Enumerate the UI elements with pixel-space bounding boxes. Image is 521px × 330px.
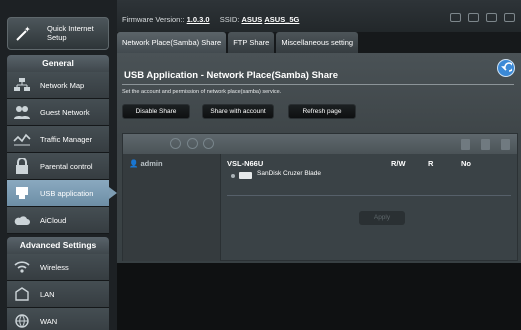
page-title: USB Application - Network Place(Samba) S… [124, 70, 338, 81]
account-item-admin[interactable]: 👤 admin [129, 159, 163, 168]
quick-internet-setup-button[interactable]: ✦ Quick Internet Setup [7, 17, 109, 50]
lan-icon [15, 287, 29, 301]
sidebar-item-label: Traffic Manager [40, 135, 93, 144]
firmware-version-link[interactable]: 1.0.3.0 [187, 15, 210, 24]
modify-account-icon[interactable] [203, 138, 214, 149]
tab-ftp-share[interactable]: FTP Share [228, 32, 275, 53]
usb-disk-name[interactable]: SanDisk Cruzer Blade [257, 170, 321, 177]
apply-button[interactable]: Apply [359, 211, 405, 225]
network-status-icon[interactable] [504, 13, 515, 22]
status-icons [450, 13, 515, 22]
sidebar-item-label: AiCloud [40, 216, 67, 225]
user-status-icon[interactable] [450, 13, 461, 22]
sidebar-item-label: LAN [40, 290, 55, 299]
advanced-menu: Wireless LAN WAN [7, 254, 109, 330]
delete-account-icon[interactable] [187, 138, 198, 149]
general-section-header: General [7, 55, 109, 72]
ssid-5g-link[interactable]: ASUS_5G [264, 15, 299, 24]
cloud-icon [14, 216, 30, 225]
account-list: 👤 admin [123, 154, 221, 261]
device-name: VSL-N66U [227, 159, 264, 168]
sidebar-item-lan[interactable]: LAN [7, 281, 109, 308]
svg-text:✦: ✦ [24, 25, 31, 34]
sidebar-item-label: Parental control [40, 162, 93, 171]
app-status-icon[interactable] [468, 13, 479, 22]
add-folder-icon[interactable] [461, 139, 470, 150]
sidebar-item-label: USB application [40, 189, 94, 198]
globe-icon [15, 314, 29, 328]
sidebar-item-traffic-manager[interactable]: Traffic Manager [7, 126, 109, 153]
general-menu: Network Map Guest Network Traffic Manage… [7, 72, 117, 234]
usb-status-icon[interactable] [486, 13, 497, 22]
wireless-icon [14, 261, 30, 273]
folder-expand-toggle[interactable] [231, 174, 235, 178]
share-with-account-button[interactable]: Share with account [202, 104, 274, 119]
add-account-icon[interactable] [170, 138, 181, 149]
usb-icon [16, 187, 28, 199]
refresh-page-button[interactable]: Refresh page [288, 104, 356, 119]
guest-network-icon [14, 106, 30, 119]
table-divider [227, 195, 511, 196]
column-rw: R/W [391, 159, 406, 168]
tab-bar: Network Place(Samba) Share FTP Share Mis… [117, 32, 359, 53]
column-r: R [428, 159, 434, 168]
user-icon: 👤 [129, 159, 141, 168]
sidebar-item-label: Guest Network [40, 108, 90, 117]
status-bar: Firmware Version:: 1.0.3.0 SSID: ASUS AS… [117, 0, 521, 32]
disable-share-button[interactable]: Disable Share [122, 104, 190, 119]
ssid-2g-link[interactable]: ASUS [241, 15, 262, 24]
sidebar-item-wan[interactable]: WAN [7, 308, 109, 330]
quick-internet-setup-label: Quick Internet Setup [47, 24, 94, 42]
traffic-manager-icon [13, 133, 31, 146]
back-arrow-icon [501, 62, 512, 72]
advanced-section-header: Advanced Settings [7, 237, 109, 254]
main-panel: USB Application - Network Place(Samba) S… [117, 53, 521, 263]
sidebar-item-label: Wireless [40, 263, 69, 272]
back-button[interactable] [497, 59, 515, 77]
sidebar-item-aicloud[interactable]: AiCloud [7, 207, 109, 234]
magic-wand-icon: ✦ [16, 25, 31, 41]
share-table: 👤 admin VSL-N66U R/W R No SanDisk Cruzer… [122, 133, 518, 261]
sidebar-item-network-map[interactable]: Network Map [7, 72, 109, 99]
tab-samba-share[interactable]: Network Place(Samba) Share [117, 32, 227, 53]
tab-misc-setting[interactable]: Miscellaneous setting [276, 32, 359, 53]
sidebar-item-label: Network Map [40, 81, 85, 90]
sidebar-item-parental-control[interactable]: Parental control [7, 153, 109, 180]
sidebar-item-usb-application[interactable]: USB application [7, 180, 117, 207]
delete-folder-icon[interactable] [481, 139, 490, 150]
modify-folder-icon[interactable] [501, 139, 510, 150]
sidebar: ✦ Quick Internet Setup General Network M… [0, 0, 117, 330]
network-map-icon [14, 78, 30, 91]
sidebar-item-label: WAN [40, 317, 58, 326]
column-no: No [461, 159, 471, 168]
firmware-info: Firmware Version:: 1.0.3.0 SSID: ASUS AS… [122, 15, 300, 24]
usb-drive-icon [239, 172, 252, 179]
title-divider [122, 84, 514, 85]
lock-icon [16, 158, 28, 174]
sidebar-item-guest-network[interactable]: Guest Network [7, 99, 109, 126]
sidebar-item-wireless[interactable]: Wireless [7, 254, 109, 281]
share-table-toolbar [123, 134, 517, 154]
page-description: Set the account and permission of networ… [122, 89, 282, 95]
footer-area [117, 263, 521, 330]
